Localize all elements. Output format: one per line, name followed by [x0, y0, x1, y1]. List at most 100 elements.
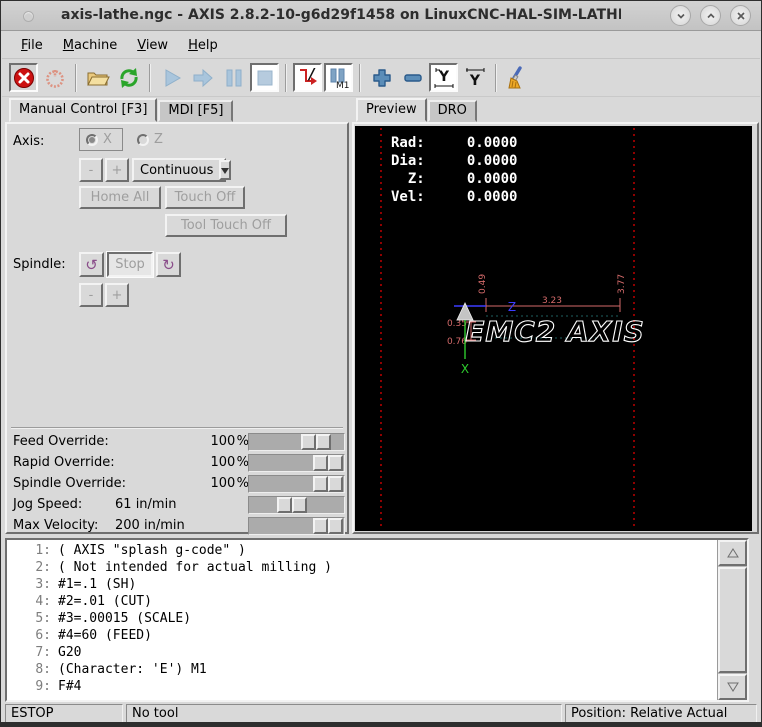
minimize-button[interactable]: [670, 5, 691, 26]
toggle-dimensions-button[interactable]: Y: [460, 63, 489, 92]
optional-pause-toggle[interactable]: M1: [324, 63, 353, 92]
pause-button[interactable]: [219, 63, 248, 92]
skip-lines-icon: /: [296, 67, 320, 89]
menubar: File Machine View Help: [2, 32, 760, 59]
control-tabs: Manual Control [F3] MDI [F5]: [5, 98, 349, 122]
jog-mode-combobox[interactable]: Continuous: [132, 158, 226, 182]
spindle-cw-button[interactable]: ↻: [156, 252, 181, 277]
machine-state-status: ESTOP: [5, 704, 123, 725]
step-button[interactable]: [188, 63, 217, 92]
position-mode-status: Position: Relative Actual: [565, 704, 757, 725]
jog-plus-button[interactable]: +: [105, 158, 129, 182]
rapid-override-row: Rapid Override: 100 %: [13, 453, 345, 473]
spindle-override-label: Spindle Override:: [13, 476, 126, 491]
stop-icon: [255, 68, 275, 88]
backplot-graphics: 3.23 0.49 3.77 0.35 0.76 Z X: [355, 126, 752, 531]
dim-width-label: 3.23: [542, 296, 562, 306]
gcode-scrollbar[interactable]: [717, 540, 747, 700]
rapid-override-value: 100 %: [211, 455, 249, 470]
toolbar-separator: [285, 64, 287, 92]
menu-view[interactable]: View: [128, 35, 177, 56]
home-all-button[interactable]: Home All: [79, 186, 161, 209]
scroll-up-arrow[interactable]: [718, 540, 747, 566]
open-folder-icon: [86, 67, 110, 89]
open-file-button[interactable]: [83, 63, 112, 92]
touch-off-button[interactable]: Touch Off: [165, 186, 245, 209]
gcode-line: 5:#3=.00015 (SCALE): [7, 610, 715, 627]
zoom-in-plus-icon: [371, 67, 393, 89]
stop-button[interactable]: [250, 63, 279, 92]
gcode-line: 9:F#4: [7, 678, 715, 695]
estop-button[interactable]: [9, 63, 38, 92]
tab-preview[interactable]: Preview: [356, 98, 427, 122]
toolbar-separator: [359, 64, 361, 92]
radio-off-icon: [137, 134, 149, 146]
zoom-in-button[interactable]: [367, 63, 396, 92]
combobox-arrow-icon: [219, 160, 231, 180]
gcode-line: 1:( AXIS "splash g-code" ): [7, 542, 715, 559]
run-icon: [161, 67, 183, 89]
dim-top-label: 0.49: [478, 274, 488, 294]
divider: [11, 427, 343, 429]
reload-icon: [117, 66, 141, 90]
zoom-out-button[interactable]: [398, 63, 427, 92]
control-notebook: Manual Control [F3] MDI [F5] Axis: X Z -…: [5, 98, 349, 534]
run-program-button[interactable]: [157, 63, 186, 92]
rotate-cw-icon: ↻: [162, 256, 175, 274]
feed-override-row: Feed Override: 100 %: [13, 432, 345, 452]
gcode-listing[interactable]: 1:( AXIS "splash g-code" ) 2:( Not inten…: [5, 538, 749, 702]
rapid-override-slider[interactable]: [248, 454, 345, 472]
statusbar: ESTOP No tool Position: Relative Actual: [1, 704, 761, 725]
preview-tabs: Preview DRO: [352, 98, 759, 122]
zoom-extents-button[interactable]: Y: [429, 63, 458, 92]
triangle-down-icon: [727, 682, 739, 692]
clear-plot-broom-icon: [506, 66, 530, 90]
menu-machine[interactable]: Machine: [54, 35, 126, 56]
spindle-stop-button[interactable]: Stop: [107, 252, 153, 277]
tab-mdi[interactable]: MDI [F5]: [158, 100, 233, 122]
scrollbar-thumb[interactable]: [718, 567, 747, 673]
spindle-override-slider[interactable]: [248, 475, 345, 493]
machine-power-button[interactable]: [40, 63, 69, 92]
tab-manual-control[interactable]: Manual Control [F3]: [9, 98, 157, 122]
max-velocity-label: Max Velocity:: [13, 518, 98, 533]
svg-text:Y: Y: [468, 73, 480, 89]
menu-file[interactable]: File: [12, 35, 52, 56]
jog-minus-button[interactable]: -: [79, 158, 103, 182]
spindle-minus-button[interactable]: -: [79, 283, 103, 307]
axis-x-radio[interactable]: X: [79, 128, 123, 151]
feed-override-slider[interactable]: [248, 433, 345, 451]
maximize-button[interactable]: [700, 5, 721, 26]
preview-canvas[interactable]: Rad: 0.0000 Dia: 0.0000 Z: 0.0000 Vel: 0…: [355, 126, 752, 531]
gcode-line: 3:#1=.1 (SH): [7, 576, 715, 593]
close-button[interactable]: [730, 5, 751, 26]
gcode-line: 4:#2=.01 (CUT): [7, 593, 715, 610]
close-icon: [736, 11, 746, 21]
pause-icon: [224, 68, 244, 88]
chevron-up-icon: [706, 11, 716, 21]
power-icon: [44, 67, 66, 89]
manual-control-panel: Axis: X Z - + Continuous Home All Touch …: [5, 122, 349, 534]
skip-lines-toggle[interactable]: /: [293, 63, 322, 92]
dim-left-top-label: 0.35: [447, 319, 467, 329]
window-menu-icon[interactable]: [23, 11, 34, 22]
clear-plot-button[interactable]: [503, 63, 532, 92]
jog-speed-slider[interactable]: [248, 496, 345, 514]
tool-status: No tool: [126, 704, 562, 725]
spindle-plus-button[interactable]: +: [105, 283, 129, 307]
svg-text:Y: Y: [437, 69, 449, 85]
step-arrow-icon: [191, 67, 215, 89]
gcode-text: 1:( AXIS "splash g-code" ) 2:( Not inten…: [7, 542, 715, 700]
max-velocity-slider[interactable]: [248, 517, 345, 535]
scroll-down-arrow[interactable]: [718, 674, 747, 700]
gcode-line: 7:G20: [7, 644, 715, 661]
radio-on-icon: [86, 134, 98, 146]
spindle-ccw-button[interactable]: ↺: [79, 252, 104, 277]
titlebar[interactable]: axis-lathe.ngc - AXIS 2.8.2-10-g6d29f145…: [1, 1, 761, 31]
tool-touch-off-button[interactable]: Tool Touch Off: [165, 214, 287, 237]
tab-dro[interactable]: DRO: [428, 100, 477, 122]
spindle-label: Spindle:: [13, 257, 66, 272]
reload-file-button[interactable]: [114, 63, 143, 92]
axis-z-radio[interactable]: Z: [137, 132, 163, 147]
menu-help[interactable]: Help: [179, 35, 227, 56]
